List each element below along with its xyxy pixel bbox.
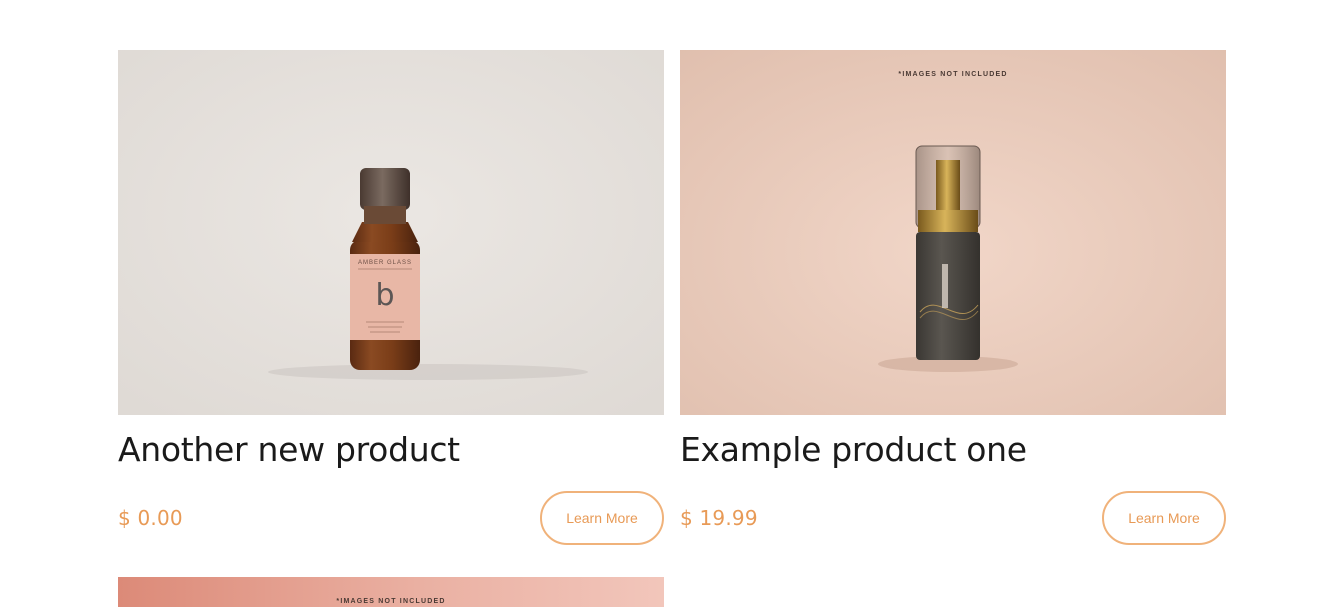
product-card: *IMAGES NOT INCLUDED Example product one…: [680, 50, 1226, 545]
product-image[interactable]: AMBER GLASS b: [118, 50, 664, 415]
product-price: $ 0.00: [118, 506, 183, 530]
product-grid: AMBER GLASS b Another new product $ 0.00…: [118, 50, 1226, 607]
product-title[interactable]: Another new product: [118, 427, 664, 473]
learn-more-button[interactable]: Learn More: [1102, 491, 1226, 545]
product-title[interactable]: Example product one: [680, 427, 1226, 473]
product-price: $ 19.99: [680, 506, 758, 530]
product-image[interactable]: *IMAGES NOT INCLUDED: [680, 50, 1226, 415]
product-photo-partial: *IMAGES NOT INCLUDED: [118, 577, 664, 607]
learn-more-button[interactable]: Learn More: [540, 491, 664, 545]
product-image[interactable]: *IMAGES NOT INCLUDED: [118, 577, 664, 607]
pump-bottle-photo: *IMAGES NOT INCLUDED: [680, 50, 1226, 415]
image-note: *IMAGES NOT INCLUDED: [898, 71, 1007, 78]
product-card: AMBER GLASS b Another new product $ 0.00…: [118, 50, 664, 545]
amber-bottle-photo: AMBER GLASS b: [118, 50, 664, 415]
product-footer: $ 19.99 Learn More: [680, 491, 1226, 545]
label-letter: b: [375, 278, 394, 313]
product-card: *IMAGES NOT INCLUDED: [118, 577, 664, 607]
label-brand: AMBER GLASS: [358, 260, 412, 266]
image-note: *IMAGES NOT INCLUDED: [336, 598, 445, 605]
product-footer: $ 0.00 Learn More: [118, 491, 664, 545]
